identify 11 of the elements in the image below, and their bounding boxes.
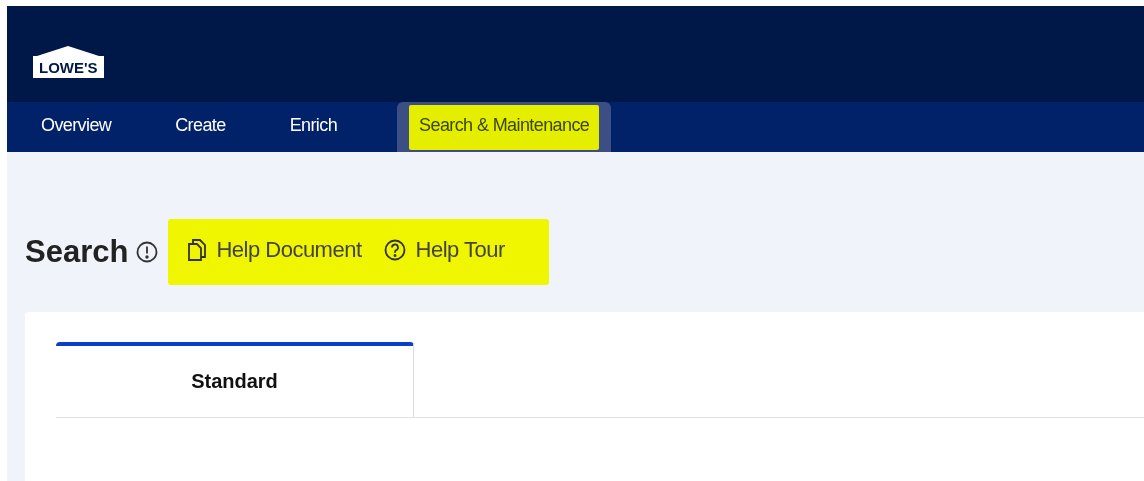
nav-tab[interactable]: Search & Maintenance — [397, 102, 612, 152]
help-icon — [383, 239, 406, 261]
nav-tab[interactable]: Enrich — [267, 102, 360, 152]
tab[interactable]: Standard — [56, 342, 414, 417]
help-link[interactable]: Help Document — [188, 237, 362, 263]
nav-tab[interactable]: Create — [153, 102, 248, 152]
info-icon[interactable] — [136, 241, 159, 263]
nav-tab[interactable]: Overview — [19, 102, 134, 152]
help-link[interactable]: Help Tour — [383, 237, 505, 263]
page-title: Search — [25, 234, 129, 270]
copy-icon — [188, 239, 207, 261]
